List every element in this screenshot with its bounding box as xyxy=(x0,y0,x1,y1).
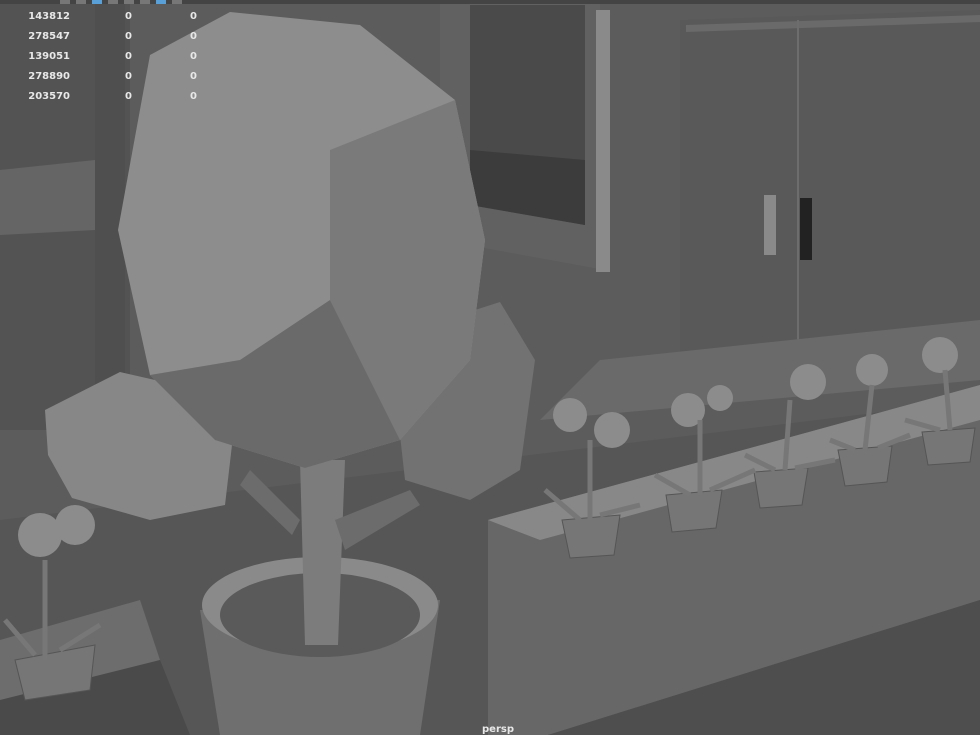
hud-row: 143812 0 0 xyxy=(0,6,215,26)
xray-icon[interactable] xyxy=(172,0,182,4)
hud-row: 278547 0 0 xyxy=(0,26,215,46)
camera-name-label: persp xyxy=(482,724,514,735)
hud-row: 203570 0 0 xyxy=(0,86,215,106)
hud-value: 0 xyxy=(190,10,197,22)
hud-value: 0 xyxy=(125,50,132,62)
door-handle-left xyxy=(764,195,776,255)
hud-value: 0 xyxy=(190,50,197,62)
double-door xyxy=(680,10,980,370)
lighting-icon[interactable] xyxy=(124,0,134,4)
hud-value: 139051 xyxy=(28,50,70,62)
hud-value: 0 xyxy=(190,70,197,82)
hud-value: 278890 xyxy=(28,70,70,82)
hud-value: 0 xyxy=(190,90,197,102)
wireframe-icon[interactable] xyxy=(92,0,102,4)
hud-value: 0 xyxy=(125,90,132,102)
isolate-icon[interactable] xyxy=(156,0,166,4)
hud-value: 278547 xyxy=(28,30,70,42)
hud-value: 0 xyxy=(125,70,132,82)
viewport-toolbar xyxy=(0,0,980,4)
grid-icon[interactable] xyxy=(76,0,86,4)
hud-row: 278890 0 0 xyxy=(0,66,215,86)
hud-value: 0 xyxy=(125,30,132,42)
camera-icon[interactable] xyxy=(60,0,70,4)
left-shelf xyxy=(0,160,95,235)
frame-edge xyxy=(596,10,610,272)
shaded-icon[interactable] xyxy=(108,0,118,4)
hud-row: 139051 0 0 xyxy=(0,46,215,66)
door-handle-right xyxy=(800,198,812,260)
heads-up-display: 143812 0 0 278547 0 0 139051 0 0 278890 … xyxy=(0,6,215,106)
scene-render xyxy=(0,0,980,735)
hud-value: 0 xyxy=(190,30,197,42)
hud-value: 0 xyxy=(125,10,132,22)
3d-viewport[interactable]: 143812 0 0 278547 0 0 139051 0 0 278890 … xyxy=(0,0,980,735)
tree-trunk xyxy=(300,460,345,645)
textures-icon[interactable] xyxy=(140,0,150,4)
hud-value: 203570 xyxy=(28,90,70,102)
hud-value: 143812 xyxy=(28,10,70,22)
